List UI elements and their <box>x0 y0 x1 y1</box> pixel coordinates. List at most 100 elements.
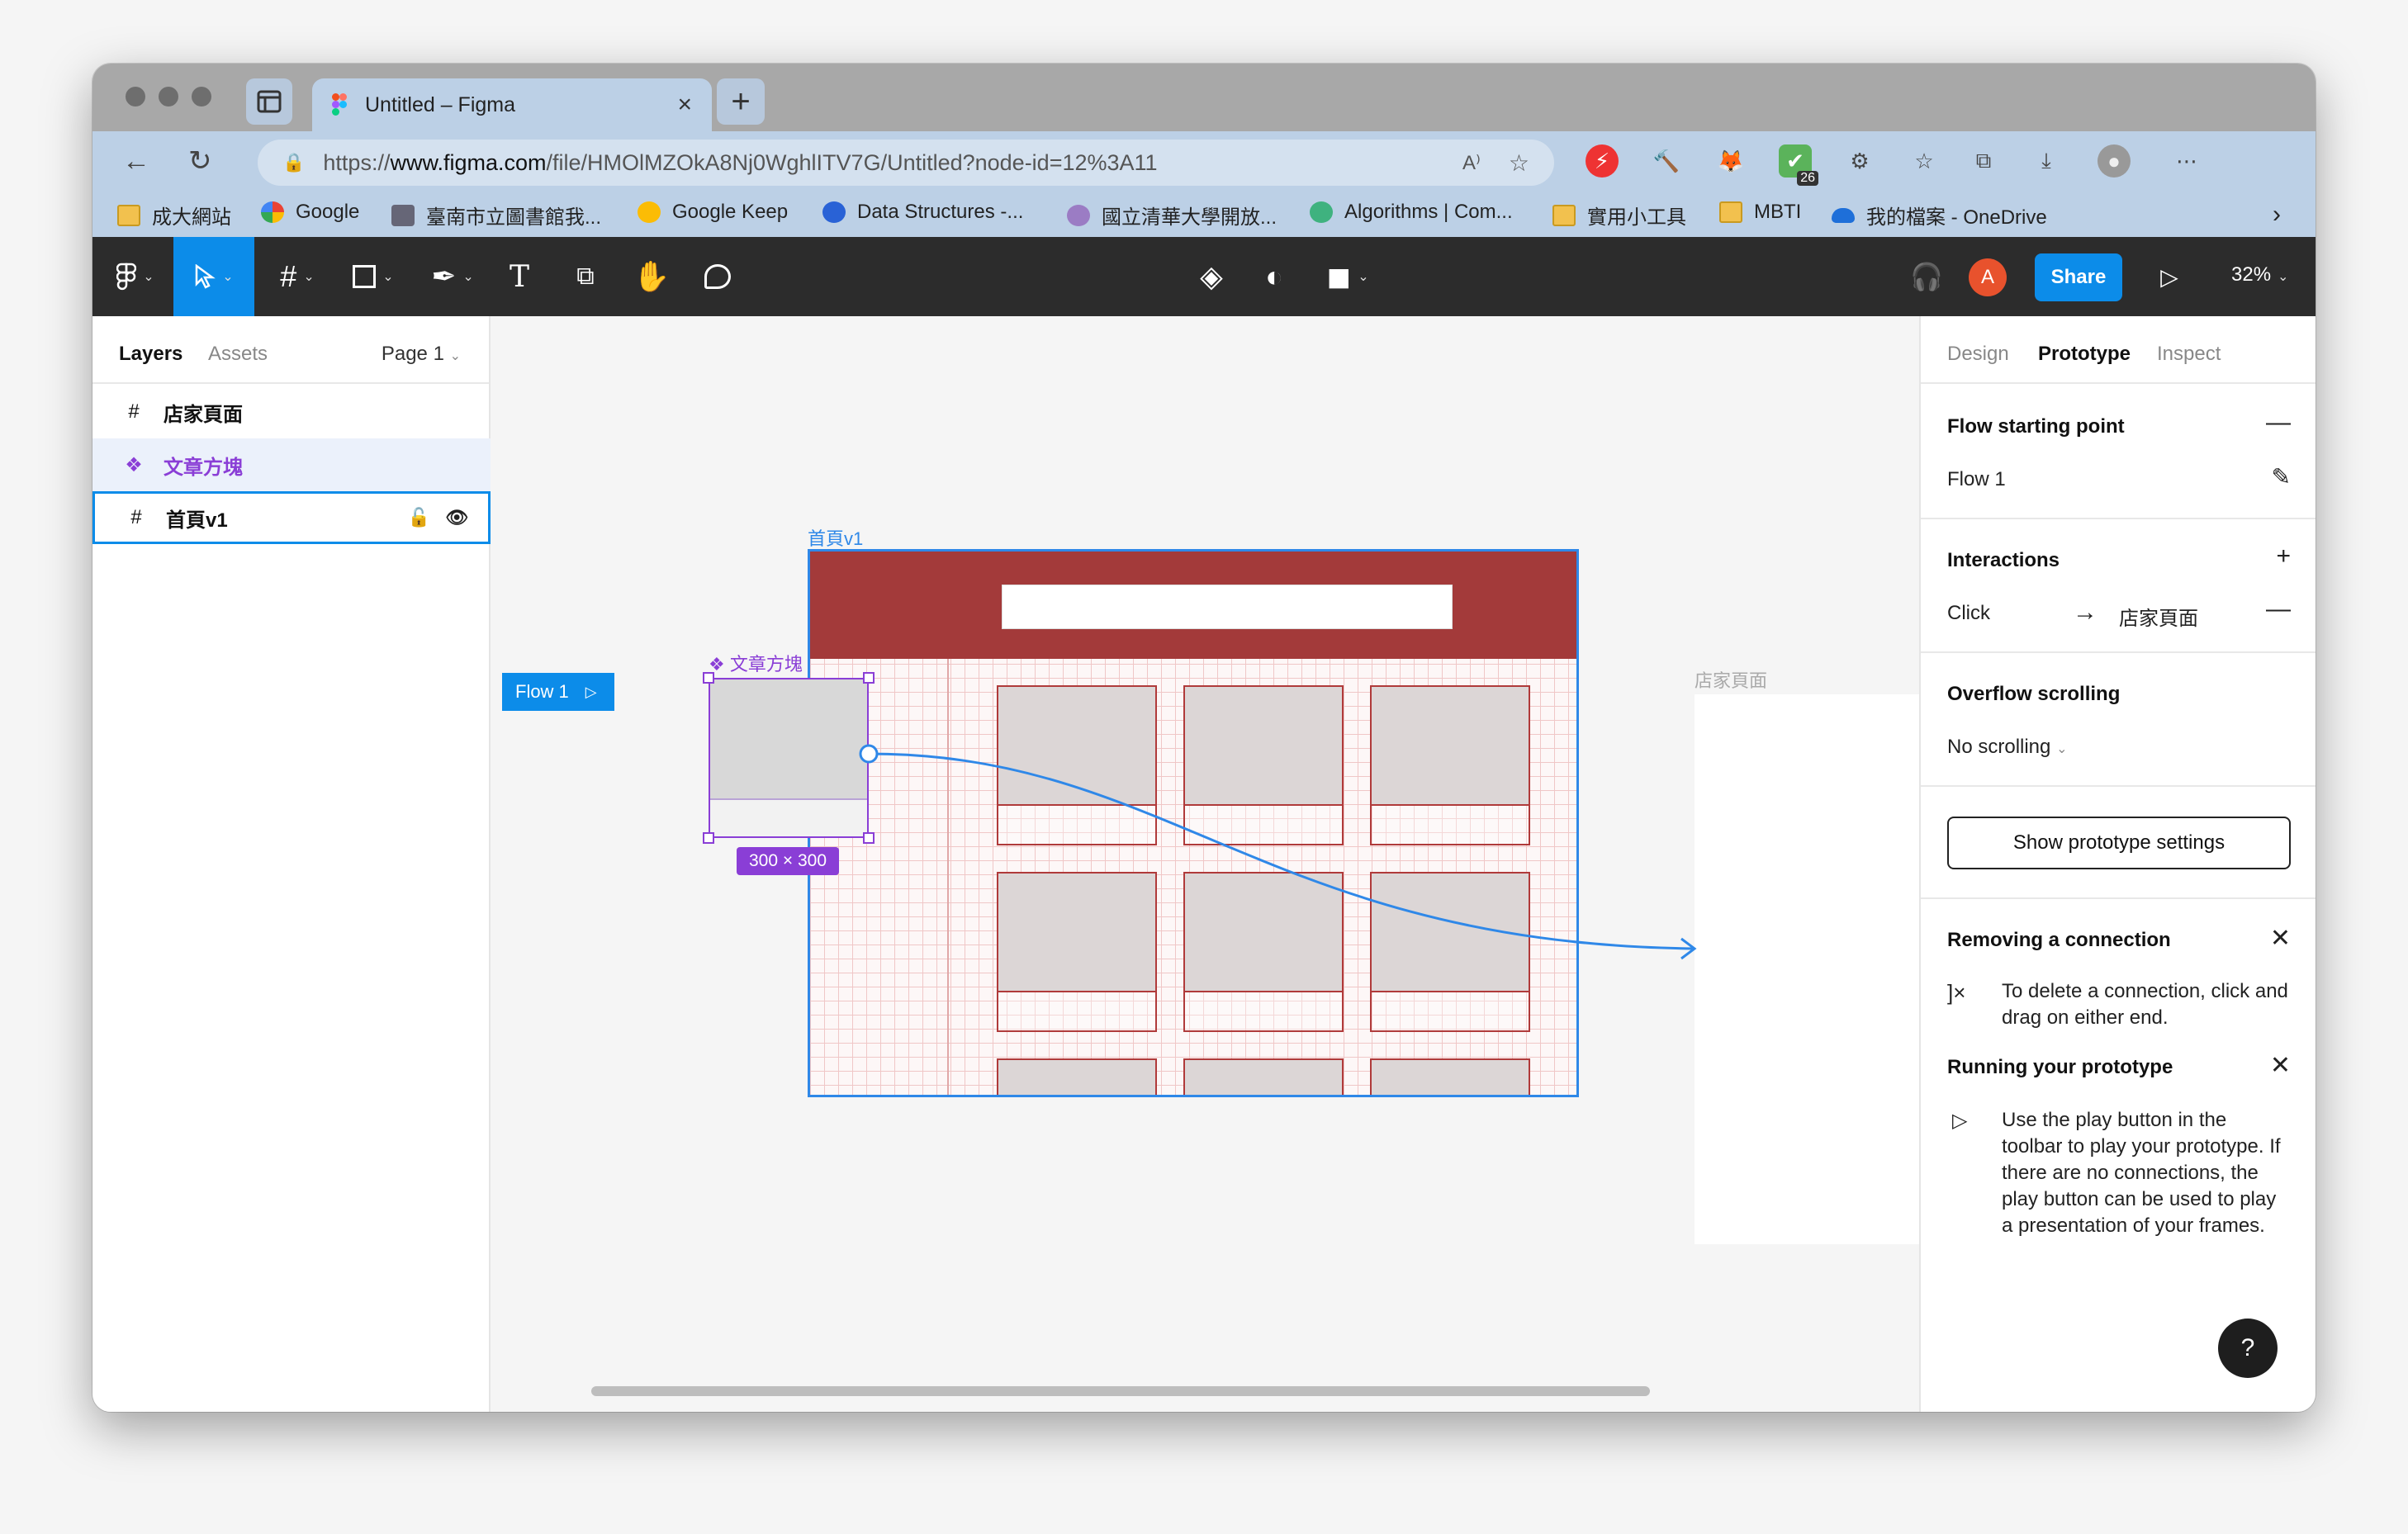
help-text: Use the play button in the toolbar to pl… <box>2002 1109 2281 1237</box>
interaction-trigger[interactable]: Click <box>1947 602 1990 625</box>
rectangle-icon <box>353 265 377 288</box>
section-title: Removing a connection <box>1947 929 2171 951</box>
collections-icon[interactable]: ⧉ <box>1967 144 2000 178</box>
text-tool[interactable]: T <box>499 237 540 316</box>
mask-tool[interactable]: ◐ <box>1254 237 1295 316</box>
bookmarks-bar: 成大網站 Google 臺南市立圖書館我... Google Keep Data… <box>92 191 2316 237</box>
pen-tool[interactable]: ✒ ⌄ <box>420 237 486 316</box>
unlock-icon[interactable]: 🔓 <box>408 507 430 528</box>
zoom-menu[interactable]: 32% ⌄ <box>2231 263 2288 286</box>
metamask-fox-icon[interactable]: 🦊 <box>1714 144 1747 178</box>
bookmark-item[interactable]: Data Structures -... <box>822 201 1023 224</box>
frame-tool[interactable]: # ⌄ <box>264 237 330 316</box>
favorites-icon[interactable]: ☆ <box>1908 144 1941 178</box>
figma-toolbar: ⌄ ⌄ # ⌄ ⌄ ✒ ⌄ T ⧉ ✋ ◈ ◐ ◼ ⌄ 🎧 A Share ▷ 32%… <box>92 237 2316 316</box>
page-selector[interactable]: Page 1 ⌄ <box>382 343 461 366</box>
layer-row[interactable]: ❖ 文章方塊 <box>92 438 491 491</box>
main-menu-button[interactable]: ⌄ <box>102 237 168 316</box>
show-prototype-settings-button[interactable]: Show prototype settings <box>1947 817 2291 869</box>
remove-flow-icon[interactable]: — <box>2266 409 2291 437</box>
tab-assets[interactable]: Assets <box>208 343 268 366</box>
comment-tool[interactable] <box>697 237 738 316</box>
bookmark-item[interactable]: 國立清華大學開放... <box>1067 201 1277 230</box>
boolean-tool[interactable]: ◼ ⌄ <box>1315 237 1381 316</box>
close-icon[interactable]: ✕ <box>2270 1051 2291 1080</box>
extensions-puzzle-icon[interactable]: ⚙ <box>1843 144 1876 178</box>
remove-interaction-icon[interactable]: — <box>2266 595 2291 623</box>
arrow-right-icon: → <box>2073 599 2098 626</box>
flow-starting-point-section: Flow starting point — Flow 1 ✎ <box>1921 386 2316 519</box>
close-window-button[interactable] <box>126 87 145 107</box>
running-prototype-help: Running your prototype ✕ ▷ Use the play … <box>1921 1048 2316 1312</box>
tab-layers[interactable]: Layers <box>119 343 182 366</box>
eye-icon[interactable]: 👁 <box>445 507 468 528</box>
minimize-window-button[interactable] <box>159 87 178 107</box>
prototype-connection[interactable] <box>492 316 1934 1412</box>
maximize-window-button[interactable] <box>192 87 211 107</box>
audio-button[interactable]: 🎧 <box>1906 237 1947 316</box>
play-icon: ▷ <box>2160 263 2178 290</box>
horizontal-scrollbar[interactable] <box>591 1386 1650 1396</box>
bookmark-item[interactable]: 成大網站 <box>117 201 231 230</box>
tab-prototype[interactable]: Prototype <box>2038 343 2131 366</box>
user-avatar[interactable]: A <box>1969 258 2007 296</box>
play-icon: ▷ <box>1952 1110 1968 1132</box>
hand-tool[interactable]: ✋ <box>631 237 672 316</box>
close-icon[interactable]: ✕ <box>2270 924 2291 953</box>
more-menu-icon[interactable]: ⋯ <box>2170 144 2203 178</box>
tab-close-icon[interactable]: × <box>677 91 692 119</box>
flow-name[interactable]: Flow 1 <box>1947 468 2006 491</box>
extension-shield-icon[interactable]: ✔ 26 <box>1779 144 1818 186</box>
frame-hash-icon: # <box>130 506 142 528</box>
component-tool[interactable]: ◈ <box>1191 237 1232 316</box>
nthu-icon <box>1067 204 1090 226</box>
layers-panel-header: Layers Assets Page 1 ⌄ <box>92 316 489 384</box>
shape-tool[interactable]: ⌄ <box>340 237 406 316</box>
keep-icon <box>638 201 661 223</box>
share-button[interactable]: Share <box>2035 253 2122 301</box>
bookmark-item[interactable]: Google Keep <box>638 201 788 224</box>
layer-row[interactable]: # 店家頁面 <box>92 386 491 438</box>
interactions-section: Interactions + Click → 店家頁面 — <box>1921 519 2316 653</box>
frame-hash-icon: # <box>128 400 140 423</box>
extension-bolt-icon[interactable]: ⚡ <box>1586 144 1619 178</box>
resources-tool[interactable]: ⧉ <box>565 237 606 316</box>
present-button[interactable]: ▷ <box>2149 237 2190 316</box>
address-bar[interactable]: 🔒 https://www.figma.com/file/HMOlMZOkA8N… <box>258 140 1554 186</box>
google-icon <box>261 201 284 223</box>
bookmarks-overflow-chevron-icon[interactable]: › <box>2273 201 2281 229</box>
extension-hammer-icon[interactable]: 🔨 <box>1650 144 1683 178</box>
downloads-icon[interactable]: ⤓ <box>2030 144 2063 178</box>
new-tab-button[interactable]: + <box>717 78 765 125</box>
onedrive-icon <box>1832 207 1855 223</box>
comment-bubble-icon <box>704 264 731 289</box>
tab-inspect[interactable]: Inspect <box>2157 343 2221 366</box>
prototype-settings-section: Show prototype settings <box>1921 787 2316 899</box>
bookmark-item[interactable]: MBTI <box>1719 201 1801 224</box>
edit-icon[interactable]: ✎ <box>2272 463 2291 490</box>
design-canvas[interactable]: 首頁v1 店家頁面 Flow 1 ▷ ❖ 文章方塊 300 × 300 <box>492 316 1934 1412</box>
move-tool[interactable]: ⌄ <box>173 237 254 316</box>
active-tab[interactable]: Untitled – Figma × <box>312 78 712 131</box>
bookmark-item[interactable]: 實用小工具 <box>1552 201 1686 230</box>
bookmark-item[interactable]: Algorithms | Com... <box>1310 201 1513 224</box>
browser-window: Untitled – Figma × + ← ↻ 🔒 https://www.f… <box>92 64 2316 1412</box>
tab-actions-icon <box>257 90 282 113</box>
tab-actions-button[interactable] <box>246 78 292 125</box>
overflow-dropdown[interactable]: No scrolling ⌄ <box>1947 736 2067 759</box>
back-arrow-icon[interactable]: ← <box>122 146 150 176</box>
figma-logo-icon <box>116 263 137 291</box>
interaction-destination[interactable]: 店家頁面 <box>2119 602 2198 631</box>
bookmark-item[interactable]: 我的檔案 - OneDrive <box>1832 201 2047 230</box>
layer-row-selected[interactable]: # 首頁v1 🔓 👁 <box>92 491 491 544</box>
bookmark-item[interactable]: Google <box>261 201 359 224</box>
add-interaction-icon[interactable]: + <box>2276 542 2291 571</box>
boolean-union-icon: ◼ <box>1326 259 1352 293</box>
reload-icon[interactable]: ↻ <box>188 146 212 176</box>
help-button[interactable]: ? <box>2218 1319 2278 1378</box>
bookmark-item[interactable]: 臺南市立圖書館我... <box>391 201 601 230</box>
tab-design[interactable]: Design <box>1947 343 2009 366</box>
favorite-star-icon[interactable]: ☆ <box>1509 149 1529 177</box>
profile-avatar-icon[interactable]: ● <box>2098 144 2131 178</box>
read-aloud-icon[interactable]: A⁾ <box>1462 151 1481 175</box>
